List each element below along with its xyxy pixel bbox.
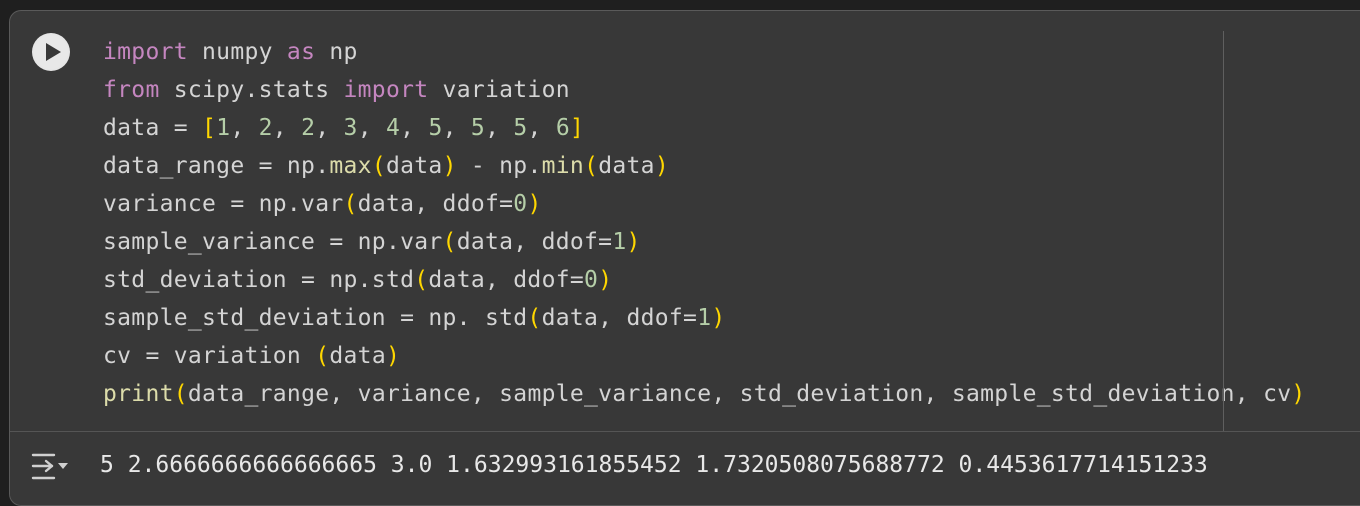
code-token: import	[343, 77, 429, 103]
code-token: )	[711, 305, 726, 331]
code-token: variation	[428, 77, 570, 103]
output-area: 5 2.6666666666666665 3.0 1.6329931618554…	[10, 432, 1360, 505]
code-line: sample_std_deviation = np. std(data, ddo…	[103, 299, 1306, 337]
code-token: 5	[428, 115, 443, 141]
code-token: 5	[470, 115, 486, 141]
code-token: ]	[569, 115, 585, 141]
code-cell[interactable]: import numpy as np from scipy.stats impor…	[9, 10, 1360, 506]
code-token: scipy.stats	[159, 77, 344, 103]
code-token: data, ddof=	[541, 305, 698, 331]
code-token: )	[385, 343, 401, 369]
code-token: )	[626, 229, 641, 255]
code-token: ,	[527, 115, 556, 141]
code-token: 3	[343, 115, 358, 141]
code-token: ,	[485, 115, 514, 141]
code-token: data_range, variance, sample_variance, s…	[187, 381, 1292, 407]
code-token: (	[173, 381, 188, 407]
code-token: data, ddof=	[357, 191, 514, 217]
code-token: (	[343, 191, 358, 217]
code-token: max	[329, 153, 372, 179]
code-token: (	[527, 305, 542, 331]
play-icon	[34, 35, 68, 69]
code-token: np	[315, 39, 358, 65]
code-token: std_deviation = np.std	[103, 267, 415, 293]
code-token: 1	[612, 229, 627, 255]
code-token: import	[103, 39, 188, 65]
code-token: ,	[357, 115, 386, 141]
code-token: 1	[216, 115, 231, 141]
code-token: 1	[697, 305, 712, 331]
code-token: sample_variance = np.var	[103, 229, 443, 255]
code-editor[interactable]: import numpy as np from scipy.stats impor…	[103, 33, 1306, 413]
code-token: data =	[103, 115, 203, 141]
code-token: ,	[230, 115, 259, 141]
code-token: (	[584, 153, 599, 179]
code-line: data_range = np.max(data) - np.min(data)	[103, 147, 1306, 185]
code-token: 2	[258, 115, 273, 141]
code-token: 0	[513, 191, 528, 217]
code-line: data = [1, 2, 2, 3, 4, 5, 5, 5, 6]	[103, 109, 1306, 147]
code-token: (	[442, 229, 457, 255]
output-text: 5 2.6666666666666665 3.0 1.6329931618554…	[100, 452, 1208, 478]
code-token: print	[103, 381, 174, 407]
code-token: data, ddof=	[428, 267, 585, 293]
code-token: 5	[513, 115, 528, 141]
code-token: )	[442, 153, 457, 179]
code-line: sample_variance = np.var(data, ddof=1)	[103, 223, 1306, 261]
code-token: as	[286, 39, 316, 65]
code-line: from scipy.stats import variation	[103, 71, 1306, 109]
code-token: variance = np.var	[103, 191, 344, 217]
code-token: [	[202, 115, 217, 141]
code-token: )	[598, 267, 613, 293]
code-token: data	[385, 153, 443, 179]
code-token: from	[103, 77, 160, 103]
run-cell-button[interactable]	[32, 33, 70, 71]
code-token: (	[315, 343, 330, 369]
code-token: data, ddof=	[456, 229, 613, 255]
editor-ruler	[1223, 31, 1224, 431]
code-token: )	[1291, 381, 1306, 407]
code-token: )	[527, 191, 542, 217]
code-token: 0	[584, 267, 599, 293]
code-token: min	[541, 153, 585, 179]
code-token: 6	[555, 115, 570, 141]
code-token: data_range = np.	[103, 153, 330, 179]
code-token: 2	[301, 115, 316, 141]
code-token: )	[654, 153, 669, 179]
code-token: ,	[442, 115, 471, 141]
code-token: ,	[315, 115, 344, 141]
code-token: (	[371, 153, 386, 179]
code-token: data	[598, 153, 655, 179]
code-token: - np.	[456, 153, 542, 179]
code-line: variance = np.var(data, ddof=0)	[103, 185, 1306, 223]
code-token: numpy	[187, 39, 287, 65]
code-token: ,	[400, 115, 429, 141]
output-toggle-icon[interactable]	[30, 450, 72, 484]
code-line: import numpy as np	[103, 33, 1306, 71]
code-token: 4	[386, 115, 401, 141]
code-token: ,	[272, 115, 302, 141]
code-token: (	[414, 267, 429, 293]
code-token: sample_std_deviation = np. std	[103, 305, 528, 331]
code-line: std_deviation = np.std(data, ddof=0)	[103, 261, 1306, 299]
code-line: print(data_range, variance, sample_varia…	[103, 375, 1306, 413]
code-token: data	[329, 343, 386, 369]
code-line: cv = variation (data)	[103, 337, 1306, 375]
code-token: cv = variation	[103, 343, 316, 369]
